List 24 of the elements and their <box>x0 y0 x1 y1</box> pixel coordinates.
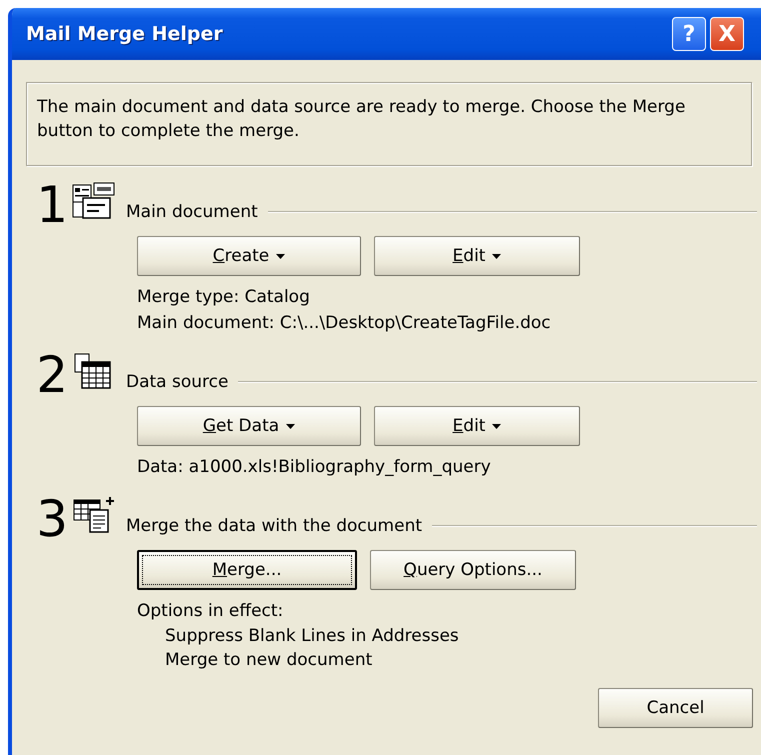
button[interactable]: Merge... <box>137 550 357 590</box>
window-title: Mail Merge Helper <box>26 23 223 45</box>
detail-text: Data: a1000.xls!Bibliography_form_query <box>137 456 492 479</box>
instruction-text: The main document and data source are ready to merge. Choose the Merge button to complete the merge. <box>37 96 686 143</box>
detail-text: Merge type: Catalog <box>137 286 311 309</box>
detail-text: Options in effect: <box>137 600 284 623</box>
cancel-button[interactable]: Cancel <box>598 688 753 728</box>
section-label: Merge the data with the document <box>126 516 422 536</box>
step-number: 3 <box>35 494 68 544</box>
button[interactable]: Query Options... <box>370 550 576 590</box>
step-number: 1 <box>35 180 68 230</box>
dropdown-button[interactable]: Get Data <box>137 406 361 446</box>
step-number: 2 <box>35 350 68 400</box>
table-document-icon <box>72 496 116 536</box>
section-label: Main document <box>126 202 258 222</box>
section-label: Data source <box>126 372 228 392</box>
detail-text: Main document: C:\...\Desktop\CreateTagFile.doc <box>137 312 552 335</box>
dropdown-button[interactable]: Edit <box>374 236 580 276</box>
documents-icon <box>72 182 116 222</box>
detail-text: Merge to new document <box>165 649 374 672</box>
dropdown-button[interactable]: Create <box>137 236 361 276</box>
dropdown-button[interactable]: Edit <box>374 406 580 446</box>
help-button[interactable]: ? <box>672 17 706 51</box>
detail-text: Suppress Blank Lines in Addresses <box>165 625 460 648</box>
